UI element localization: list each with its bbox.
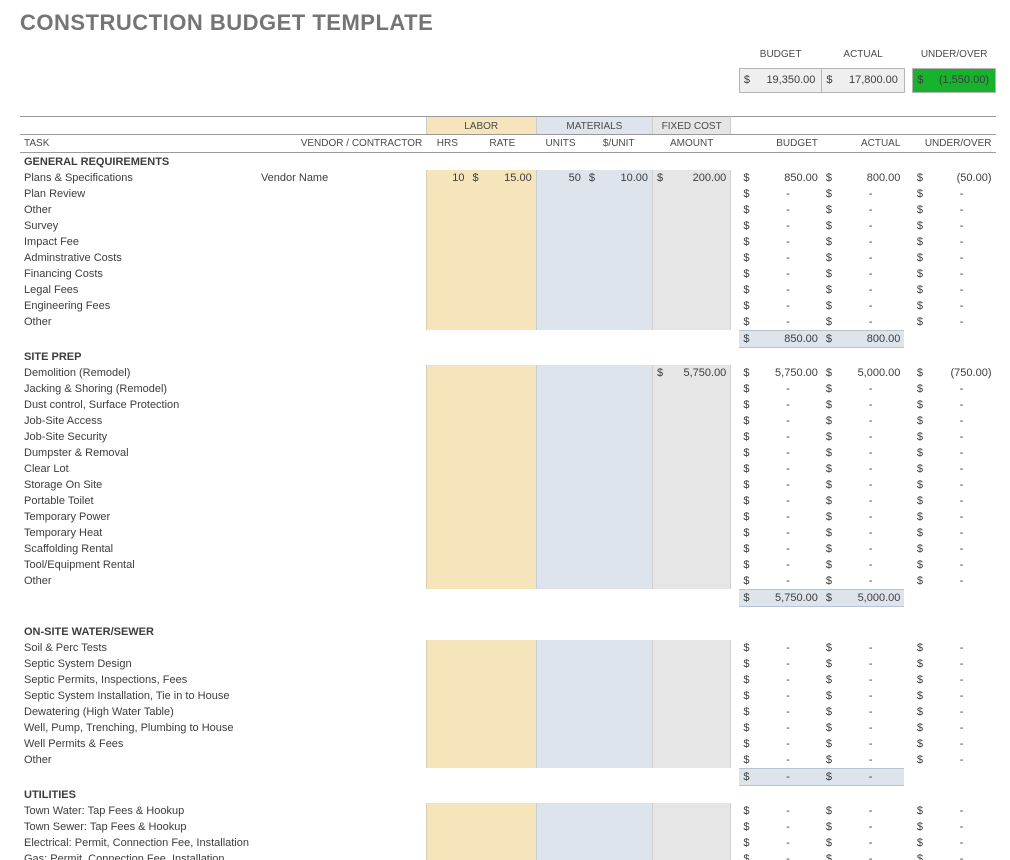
page-title: CONSTRUCTION BUDGET TEMPLATE: [20, 10, 996, 36]
budget-table: BUDGETACTUALUNDER/OVER$19,350.00$17,800.…: [20, 42, 996, 860]
